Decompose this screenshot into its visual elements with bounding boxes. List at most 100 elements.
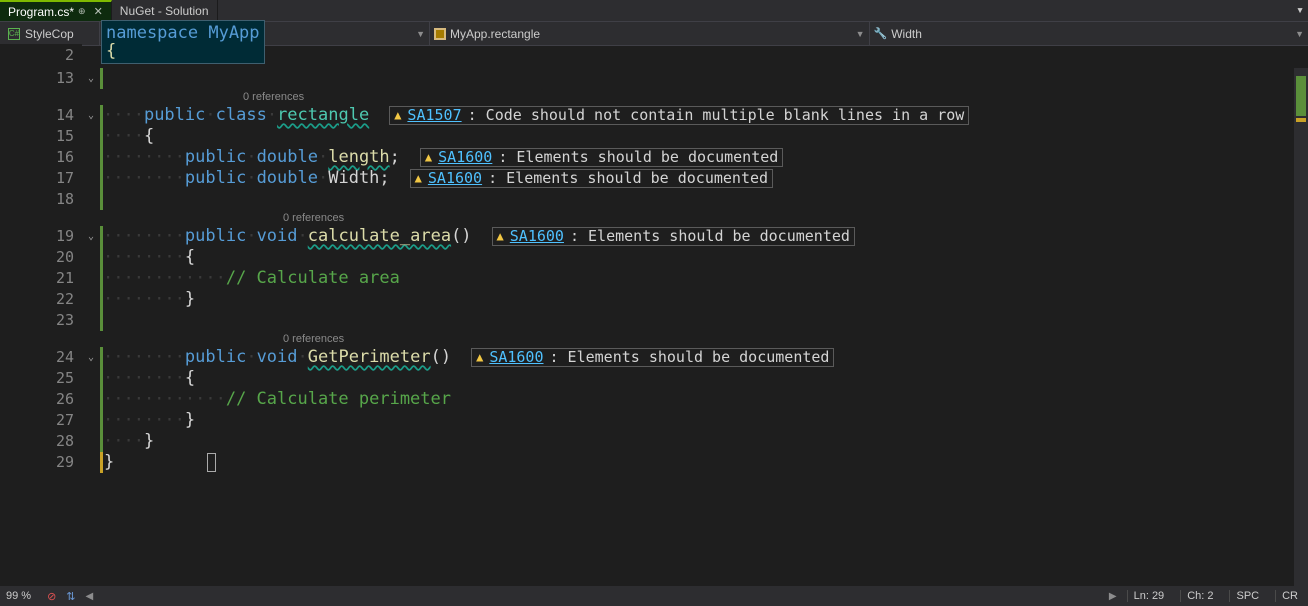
link-icon[interactable]: ⇅ (66, 590, 75, 603)
line-indicator[interactable]: Ln: 29 (1127, 590, 1171, 602)
code-text[interactable]: ········} (103, 289, 1308, 310)
chevron-down-icon[interactable]: ▼ (856, 29, 865, 39)
codelens-row[interactable]: 0 references (0, 331, 1308, 347)
warning-inline[interactable]: ▲ SA1600 : Elements should be documented (492, 227, 855, 246)
breadcrumb-class[interactable]: MyApp.rectangle ▼ (430, 22, 870, 45)
code-line[interactable]: 29} (0, 452, 1308, 473)
code-line[interactable]: 15····{ (0, 126, 1308, 147)
code-text[interactable]: ········public·double·Width;▲SA1600: Ele… (103, 168, 1308, 189)
warning-message: : Elements should be documented (488, 168, 768, 189)
code-line[interactable]: 25 ········{ (0, 368, 1308, 389)
tab-nuget[interactable]: NuGet - Solution (112, 0, 218, 21)
nav-forward-icon[interactable]: ▶ (1109, 591, 1117, 602)
code-text[interactable]: ········{ (103, 368, 1308, 389)
code-text[interactable]: ········public·void·calculate_area()▲SA1… (103, 226, 1308, 247)
code-line[interactable]: 19 ⌄ ········public·void·calculate_area()▲… (0, 226, 1308, 247)
line-number: 17 (0, 168, 82, 189)
error-icon[interactable]: ⊘ (47, 590, 56, 603)
line-number: 28 (0, 431, 82, 452)
sticky-scroll-header[interactable]: namespace MyApp { (101, 20, 265, 64)
indent-indicator[interactable]: SPC (1229, 590, 1265, 602)
breadcrumb-member[interactable]: 🔧 Width ▼ (870, 22, 1308, 45)
warning-inline[interactable]: ▲SA1600: Elements should be documented (410, 169, 773, 188)
chevron-down-icon[interactable]: ▼ (416, 29, 425, 39)
vertical-scrollbar[interactable] (1294, 68, 1308, 586)
warning-icon: ▲ (476, 347, 483, 368)
warning-message: : Elements should be documented (570, 226, 850, 247)
warning-inline[interactable]: ▲SA1507: Code should not contain multipl… (389, 106, 969, 125)
line-number: 26 (0, 389, 82, 410)
tabbar-filler (218, 0, 1292, 21)
tab-overflow-button[interactable]: ▾ (1292, 0, 1308, 21)
code-text[interactable]: ········public·double·length;▲SA1600: El… (103, 147, 1308, 168)
fold-icon[interactable]: ⌄ (88, 226, 94, 247)
code-editor[interactable]: 13⌄0 references14⌄····public·class·recta… (0, 68, 1308, 586)
code-line[interactable]: 27········} (0, 410, 1308, 431)
code-line[interactable]: 24 ⌄ ········public·void·GetPerimeter()▲SA… (0, 347, 1308, 368)
tab-program-cs[interactable]: Program.cs* ⊕ ✕ (0, 0, 112, 21)
line-number: 21 (0, 268, 82, 289)
line-number: 22 (0, 289, 82, 310)
tooltip-line1: namespace MyApp (106, 23, 260, 43)
field-icon: 🔧 (874, 27, 888, 40)
fold-icon[interactable]: ⌄ (88, 105, 94, 126)
warning-code[interactable]: SA1600 (438, 147, 492, 168)
tab-bar: Program.cs* ⊕ ✕ NuGet - Solution ▾ (0, 0, 1308, 22)
code-text[interactable]: ········{ (103, 247, 1308, 268)
scroll-change-marker (1296, 76, 1306, 116)
warning-inline[interactable]: ▲SA1600: Elements should be documented (471, 348, 834, 367)
fold-margin[interactable]: ⌄ (82, 347, 100, 368)
code-line[interactable]: 17 ········public·double·Width;▲SA1600: E… (0, 168, 1308, 189)
breadcrumb-label: Width (891, 27, 922, 41)
stylecop-indicator[interactable]: C# StyleCop (0, 22, 100, 45)
codelens-row[interactable]: 0 references (0, 89, 1308, 105)
code-line[interactable]: 16········public·double·length;▲SA1600: … (0, 147, 1308, 168)
warning-message: : Code should not contain multiple blank… (468, 105, 965, 126)
fold-margin[interactable]: ⌄ (82, 105, 100, 126)
code-text[interactable]: ····{ (103, 126, 1308, 147)
column-indicator[interactable]: Ch: 2 (1180, 590, 1219, 602)
eol-indicator[interactable]: CR (1275, 590, 1304, 602)
line-number: 19 (0, 226, 82, 247)
code-text[interactable]: } (103, 452, 1308, 473)
csharp-icon: C# (8, 28, 20, 40)
codelens-row[interactable]: 0 references (0, 210, 1308, 226)
fold-icon[interactable]: ⌄ (88, 347, 94, 368)
warning-inline[interactable]: ▲SA1600: Elements should be documented (420, 148, 783, 167)
code-line[interactable]: 20 ········{ (0, 247, 1308, 268)
code-text[interactable]: ············// Calculate perimeter (103, 389, 1308, 410)
warning-code[interactable]: SA1507 (407, 105, 461, 126)
code-text[interactable]: ········} (103, 410, 1308, 431)
code-line[interactable]: 28 ····} (0, 431, 1308, 452)
line-number: 16 (0, 147, 82, 168)
fold-margin[interactable]: ⌄ (82, 226, 100, 247)
code-line[interactable]: 21 ············// Calculate area (0, 268, 1308, 289)
pin-icon[interactable]: ⊕ (78, 6, 86, 17)
close-icon[interactable]: ✕ (94, 5, 103, 18)
code-line[interactable]: 26 ············// Calculate perimeter (0, 389, 1308, 410)
warning-code[interactable]: SA1600 (510, 226, 564, 247)
status-bar: 99 % ⊘ ⇅ ◀ ▶ Ln: 29 Ch: 2 SPC CR (0, 586, 1308, 606)
zoom-level[interactable]: 99 % (4, 590, 37, 602)
chevron-down-icon[interactable]: ▼ (1295, 29, 1304, 39)
tab-label: NuGet - Solution (120, 4, 209, 18)
fold-margin[interactable]: ⌄ (82, 68, 100, 89)
code-text[interactable]: ····} (103, 431, 1308, 452)
line-number: 14 (0, 105, 82, 126)
code-line[interactable]: 14 ⌄ ····public·class·rectangle▲SA1507: Co… (0, 105, 1308, 126)
line-number: 24 (0, 347, 82, 368)
code-line[interactable]: 22 ········} (0, 289, 1308, 310)
line-number: 25 (0, 368, 82, 389)
code-text[interactable]: ····public·class·rectangle▲SA1507: Code … (103, 105, 1308, 126)
code-text[interactable]: ········public·void·GetPerimeter()▲SA160… (103, 347, 1308, 368)
warning-code[interactable]: SA1600 (428, 168, 482, 189)
nav-back-icon[interactable]: ◀ (86, 591, 94, 602)
tab-label: Program.cs* (8, 5, 74, 19)
line-number: 20 (0, 247, 82, 268)
fold-icon[interactable]: ⌄ (88, 68, 94, 89)
warning-icon: ▲ (425, 147, 432, 168)
warning-code[interactable]: SA1600 (489, 347, 543, 368)
warning-icon: ▲ (497, 226, 504, 247)
code-text[interactable]: ············// Calculate area (103, 268, 1308, 289)
scroll-caret-marker (1296, 118, 1306, 122)
